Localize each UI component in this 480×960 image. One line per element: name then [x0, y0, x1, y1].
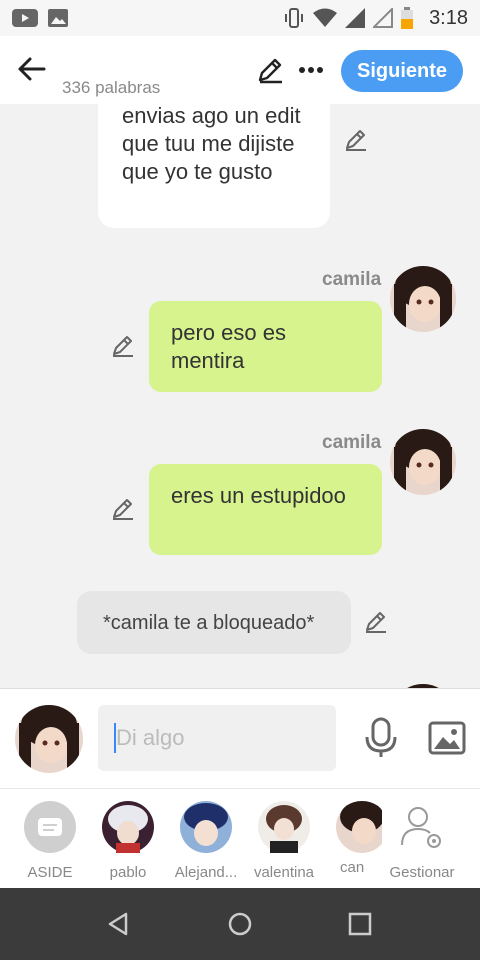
message-bubble[interactable]: envias ago un edit que tuu me dijiste qu…	[98, 104, 330, 228]
more-icon	[299, 67, 323, 73]
signal-icon	[345, 8, 366, 28]
manage-user-gear-icon	[401, 807, 441, 848]
aside-bubble[interactable]: *camila te a bloqueado*	[77, 591, 351, 654]
author-name: camila	[322, 269, 382, 290]
signal-empty-icon	[373, 8, 394, 28]
image-icon	[428, 721, 466, 755]
pencil-icon	[366, 612, 386, 633]
square-recents-icon	[348, 912, 372, 936]
vibrate-icon	[285, 8, 304, 28]
input-bar: Di algo	[0, 688, 480, 788]
character-camila[interactable]: can	[316, 801, 388, 876]
author-name: camila	[322, 432, 382, 453]
message-input[interactable]: Di algo	[98, 705, 336, 771]
youtube-icon	[12, 9, 38, 27]
avatar-image	[102, 801, 154, 853]
edit-message-button[interactable]	[111, 334, 135, 363]
avatar-image	[258, 801, 310, 853]
clock: 3:18	[429, 6, 468, 29]
chat-area[interactable]: envias ago un edit que tuu me dijiste qu…	[0, 104, 480, 688]
character-label: ASIDE	[27, 864, 73, 881]
status-bar: 3:18	[0, 0, 480, 36]
avatar[interactable]	[390, 266, 456, 332]
character-alejandro[interactable]: Alejand...	[170, 801, 242, 881]
message-bubble[interactable]: eres un estupidoo	[149, 464, 382, 555]
message-bubble[interactable]: pero eso es mentira	[149, 301, 382, 392]
edit-message-button[interactable]	[111, 497, 135, 526]
input-placeholder: Di algo	[116, 725, 185, 750]
system-nav-bar	[0, 888, 480, 960]
character-label: Gestionar	[389, 864, 455, 881]
character-label: valentina	[253, 864, 315, 881]
edit-button[interactable]	[256, 56, 284, 89]
text-caret	[114, 723, 116, 753]
avatar-image	[336, 801, 382, 853]
character-label: can	[340, 859, 365, 876]
character-label: pablo	[109, 864, 147, 881]
aside-text: *camila te a bloqueado*	[103, 611, 315, 634]
wifi-icon	[313, 8, 338, 27]
message-text: envias ago un edit que tuu me dijiste qu…	[122, 104, 301, 184]
avatar-image	[390, 266, 456, 332]
microphone-icon	[365, 717, 397, 757]
gallery-icon	[48, 9, 68, 27]
message-text: eres un estupidoo	[171, 483, 346, 508]
back-button[interactable]	[16, 54, 46, 89]
arrow-left-icon	[18, 57, 46, 81]
character-aside[interactable]: ASIDE	[14, 801, 86, 881]
more-button[interactable]	[298, 60, 324, 85]
manage-characters-button[interactable]: Gestionar	[384, 801, 460, 881]
nav-home-button[interactable]	[228, 912, 252, 941]
character-bar: ASIDE pablo Alejand... valentina can Ges…	[0, 788, 480, 888]
nav-back-button[interactable]	[106, 912, 130, 941]
character-pablo[interactable]: pablo	[92, 801, 164, 881]
avatar-image	[390, 429, 456, 495]
mic-button[interactable]	[364, 717, 398, 764]
pencil-icon	[346, 130, 366, 151]
image-button[interactable]	[428, 721, 466, 760]
edit-message-button[interactable]	[364, 610, 388, 639]
circle-home-icon	[228, 912, 252, 936]
pencil-icon	[113, 336, 133, 357]
avatar-crop	[336, 801, 382, 853]
avatar-image	[180, 801, 232, 853]
current-character-avatar[interactable]	[15, 705, 83, 773]
avatar[interactable]	[390, 429, 456, 495]
avatar-image	[15, 705, 83, 773]
nav-recents-button[interactable]	[348, 912, 372, 941]
message-text: pero eso es mentira	[171, 320, 286, 373]
next-button[interactable]: Siguiente	[341, 50, 463, 92]
top-bar: 336 palabras Siguiente	[0, 36, 480, 104]
character-label: Alejand...	[174, 864, 238, 881]
battery-icon	[401, 7, 414, 29]
aside-icon	[24, 801, 76, 853]
pencil-icon	[113, 499, 133, 520]
character-valentina[interactable]: valentina	[248, 801, 320, 881]
word-count: 336 palabras	[62, 78, 161, 97]
pencil-icon	[258, 58, 282, 84]
triangle-back-icon	[108, 912, 128, 936]
edit-message-button[interactable]	[344, 128, 368, 157]
